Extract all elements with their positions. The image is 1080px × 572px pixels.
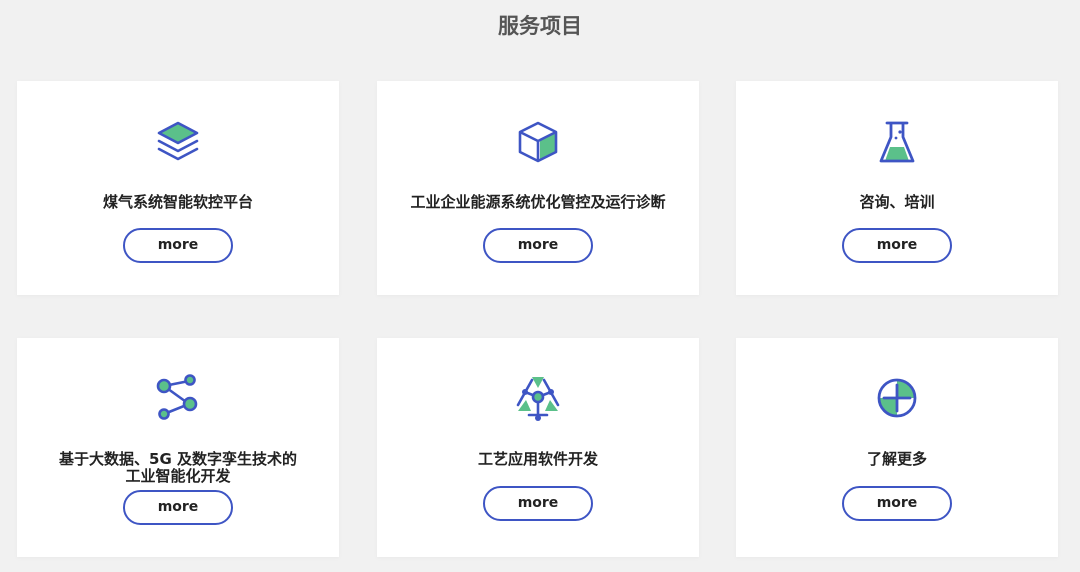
more-button[interactable]: more [483, 486, 593, 521]
card-title-line: 工业智能化开发 [125, 467, 231, 485]
more-button[interactable]: more [842, 486, 952, 521]
service-card-energy-optimization[interactable]: 工业企业能源系统优化管控及运行诊断 more [377, 81, 699, 295]
layers-icon [153, 117, 203, 167]
service-card-process-software[interactable]: 工艺应用软件开发 more [377, 338, 699, 557]
card-title: 工艺应用软件开发 [477, 450, 598, 468]
plus-circle-icon [872, 373, 922, 423]
more-button[interactable]: more [123, 228, 233, 263]
network-triangle-icon [513, 373, 563, 423]
flask-icon [872, 117, 922, 167]
service-card-consulting[interactable]: 咨询、培训 more [736, 81, 1058, 295]
more-button[interactable]: more [842, 228, 952, 263]
card-title: 基于大数据、5G 及数字孪生技术的 工业智能化开发 [37, 451, 319, 485]
service-card-gas-system[interactable]: 煤气系统智能软控平台 more [17, 81, 339, 295]
cube-icon [513, 117, 563, 167]
card-title: 煤气系统智能软控平台 [102, 193, 253, 211]
card-title: 工业企业能源系统优化管控及运行诊断 [410, 193, 666, 211]
card-title-line: 基于大数据、5G 及数字孪生技术的 [59, 450, 297, 468]
service-card-big-data[interactable]: 基于大数据、5G 及数字孪生技术的 工业智能化开发 more [17, 338, 339, 557]
more-button[interactable]: more [483, 228, 593, 263]
section-title: 服务项目 [498, 14, 582, 38]
share-nodes-icon [153, 373, 203, 423]
service-card-learn-more[interactable]: 了解更多 more [736, 338, 1058, 557]
card-title: 咨询、培训 [859, 193, 935, 211]
more-button[interactable]: more [123, 490, 233, 525]
card-title: 了解更多 [866, 450, 927, 468]
services-page: 服务项目 煤气系统智能软控平台 more 工业企业能源系统优化管控及运行诊断 m… [0, 0, 1080, 572]
